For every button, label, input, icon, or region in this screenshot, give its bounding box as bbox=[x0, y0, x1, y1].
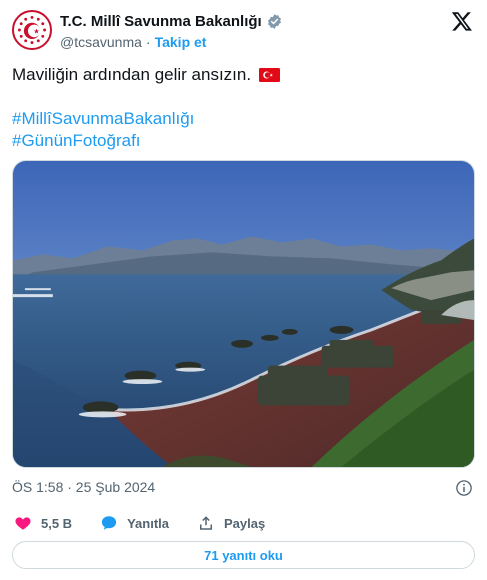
name-row: T.C. Millî Savunma Bakanlığı bbox=[60, 13, 283, 30]
tweet-photo[interactable] bbox=[12, 160, 475, 468]
follow-button[interactable]: Takip et bbox=[155, 34, 207, 50]
tweet-text: Maviliğin ardından gelir ansızın. bbox=[12, 65, 252, 84]
reply-button[interactable]: Yanıtla bbox=[100, 514, 169, 532]
timestamp[interactable]: ÖS 1:58 · 25 Şub 2024 bbox=[12, 479, 155, 495]
display-name[interactable]: T.C. Millî Savunma Bakanlığı bbox=[60, 13, 262, 30]
heart-icon bbox=[15, 517, 31, 530]
verified-badge-icon bbox=[267, 14, 281, 29]
tweet-meta: ÖS 1:58 · 25 Şub 2024 bbox=[12, 479, 475, 499]
share-icon bbox=[200, 516, 212, 530]
hashtag-link[interactable]: #MillîSavunmaBakanlığı bbox=[12, 108, 475, 130]
turkey-flag-icon bbox=[259, 68, 281, 82]
avatar[interactable] bbox=[12, 10, 52, 50]
author-handle[interactable]: @tcsavunma bbox=[60, 34, 142, 50]
photo-amphibious-vehicles-landing bbox=[13, 161, 474, 467]
tweet-body: Maviliğin ardından gelir ansızın. #Millî… bbox=[12, 64, 475, 152]
like-button[interactable]: 5,5 B bbox=[14, 514, 72, 532]
x-logo-icon[interactable] bbox=[451, 10, 473, 32]
share-button[interactable]: Paylaş bbox=[197, 514, 265, 532]
reply-bubble-icon bbox=[101, 516, 117, 530]
tweet-header: T.C. Millî Savunma Bakanlığı @tcsavunma … bbox=[12, 10, 475, 54]
separator-dot: · bbox=[145, 34, 151, 50]
share-label: Paylaş bbox=[224, 515, 266, 531]
ministry-emblem-icon bbox=[16, 14, 48, 46]
handle-row: @tcsavunma · Takip et bbox=[60, 34, 206, 50]
tweet-text-line: Maviliğin ardından gelir ansızın. bbox=[12, 64, 475, 86]
hashtag-link[interactable]: #GününFotoğrafı bbox=[12, 130, 475, 152]
reply-label: Yanıtla bbox=[127, 515, 169, 531]
like-count: 5,5 B bbox=[41, 515, 73, 531]
read-replies-button[interactable]: 71 yanıtı oku bbox=[12, 541, 475, 569]
action-bar: 5,5 B Yanıtla Paylaş bbox=[14, 512, 474, 534]
info-icon[interactable] bbox=[455, 479, 473, 497]
